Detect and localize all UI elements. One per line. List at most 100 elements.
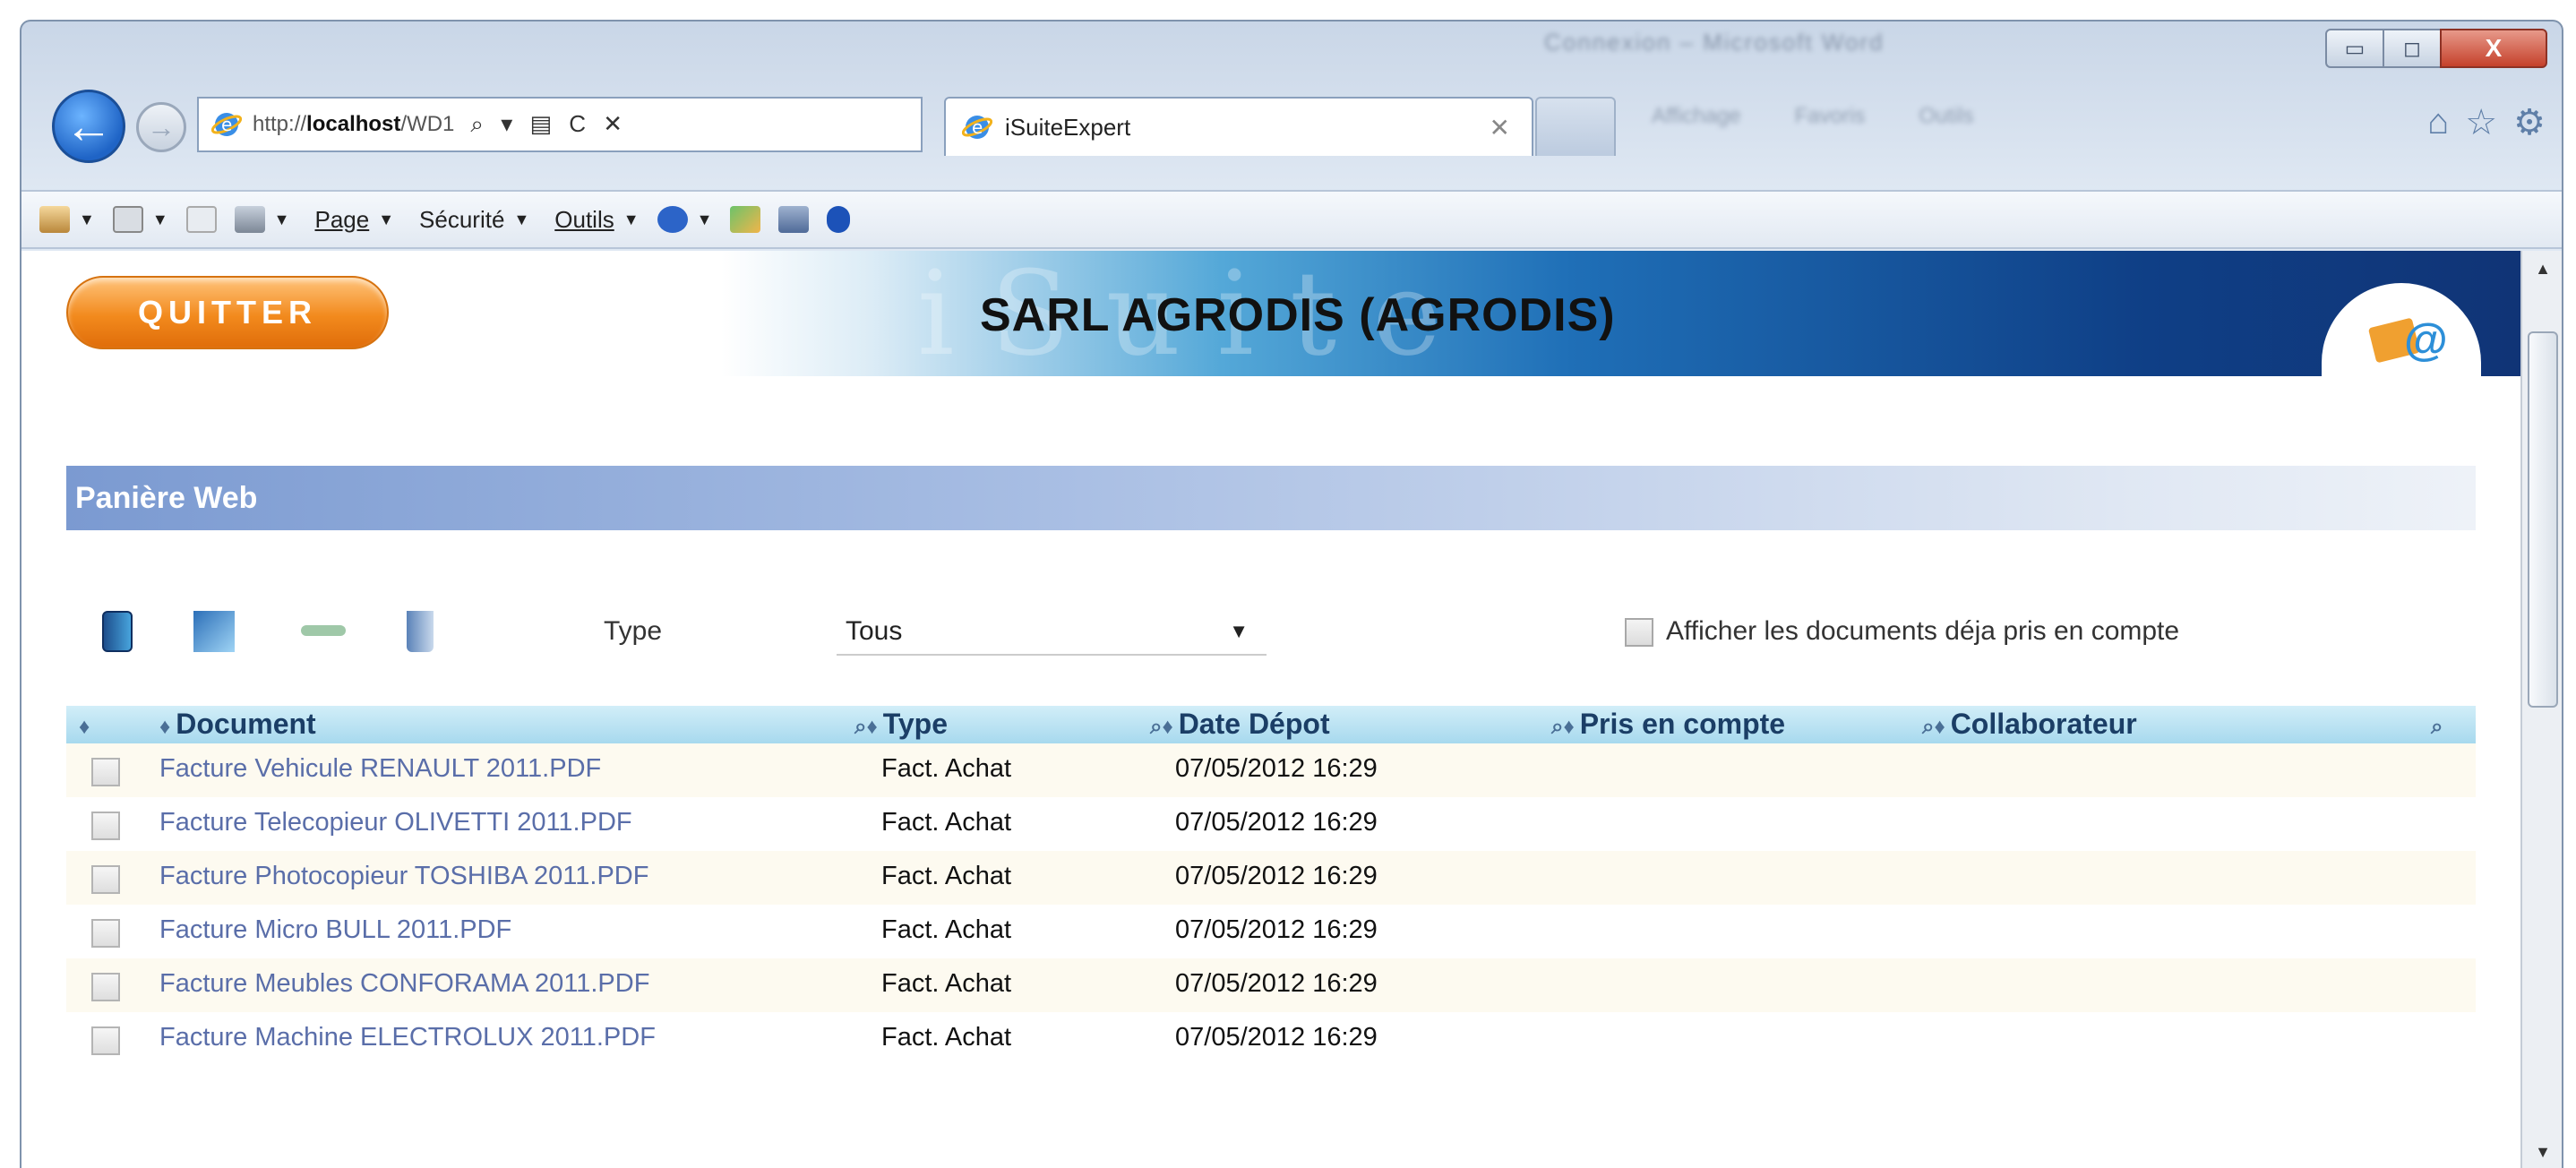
document-type: Fact. Achat	[881, 1023, 1012, 1052]
printer-icon	[234, 206, 265, 233]
address-tools[interactable]: ⌕ ▾ ▤ C ✕	[470, 110, 628, 139]
row-checkbox[interactable]	[91, 919, 120, 948]
scroll-up-icon[interactable]: ▲	[2522, 251, 2562, 287]
bluetooth-icon	[827, 206, 851, 233]
research-button[interactable]	[778, 206, 810, 233]
show-taken-label: Afficher les documents déja pris en comp…	[1666, 616, 2180, 646]
document-date: 07/05/2012 16:29	[1175, 808, 1378, 837]
show-taken-checkbox[interactable]	[1625, 618, 1653, 647]
messenger-icon	[730, 206, 761, 233]
back-button[interactable]: ←	[52, 90, 125, 163]
quit-button[interactable]: QUITTER	[66, 276, 389, 349]
home-icon[interactable]: ⌂	[2427, 102, 2449, 143]
column-options[interactable]: ⌕	[2431, 708, 2448, 741]
research-icon	[778, 206, 810, 233]
vertical-scrollbar[interactable]: ▲ ▼	[2520, 251, 2562, 1168]
scroll-down-icon[interactable]: ▼	[2522, 1134, 2562, 1168]
column-date[interactable]: ⌕♦ Date Dépot	[1150, 708, 1330, 741]
table-header: ♦ ♦ Document ⌕♦ Type ⌕♦ Date Dépot ⌕♦ Pris e…	[66, 706, 2476, 743]
sort-icon: ♦	[79, 715, 90, 739]
row-checkbox[interactable]	[91, 758, 120, 786]
column-collaborateur[interactable]: ⌕♦ Collaborateur	[1922, 708, 2137, 741]
page-menu[interactable]: Page ▼	[314, 206, 394, 234]
edit-document-icon[interactable]	[301, 625, 346, 636]
table-row[interactable]: Facture Meubles CONFORAMA 2011.PDF Fact. …	[66, 958, 2476, 1012]
page-content: iSuite QUITTER SARL AGRODIS (AGRODIS) @ …	[21, 245, 2520, 1168]
document-link[interactable]: Facture Machine ELECTROLUX 2011.PDF	[159, 1023, 656, 1052]
home-menu[interactable]: ▼	[39, 206, 95, 233]
blurred-menu: Affichage Favoris Outils	[1652, 104, 2413, 149]
search-icon: ⌕♦	[1922, 715, 1945, 739]
document-date: 07/05/2012 16:29	[1175, 862, 1378, 890]
document-link[interactable]: Facture Meubles CONFORAMA 2011.PDF	[159, 969, 649, 999]
help-menu[interactable]: ▼	[657, 206, 712, 233]
tab-isuiteexpert[interactable]: e iSuiteExpert ✕	[944, 97, 1533, 156]
document-link[interactable]: Facture Telecopieur OLIVETTI 2011.PDF	[159, 808, 632, 837]
window-title-blurred: Connexion – Microsoft Word	[1544, 29, 1885, 56]
column-type[interactable]: ⌕♦ Type	[854, 708, 948, 741]
messenger-button[interactable]	[730, 206, 761, 233]
feeds-menu[interactable]: ▼	[112, 206, 168, 233]
close-window-button[interactable]: X	[2440, 29, 2547, 68]
sort-icon: ♦	[159, 715, 171, 739]
window-controls: ▭ ◻ X	[2325, 29, 2547, 68]
help-icon	[657, 206, 688, 233]
url-path: /WD1	[400, 112, 455, 136]
documents-table: ♦ ♦ Document ⌕♦ Type ⌕♦ Date Dépot ⌕♦ Pris e…	[66, 706, 2476, 1066]
select-all-column[interactable]: ♦	[79, 708, 95, 741]
tab-close-icon[interactable]: ✕	[1490, 113, 1510, 142]
at-sign-icon: @	[2404, 314, 2448, 365]
minimize-button[interactable]: ▭	[2325, 29, 2384, 68]
row-checkbox[interactable]	[91, 865, 120, 894]
document-type: Fact. Achat	[881, 969, 1012, 998]
security-menu[interactable]: Sécurité ▼	[419, 206, 529, 234]
mail-badge[interactable]: @	[2322, 283, 2481, 408]
grid-toolbar: Type Tous ▼ Afficher les documents déja p…	[66, 604, 2476, 666]
print-menu[interactable]: ▼	[234, 206, 289, 233]
address-bar[interactable]: e http://localhost/WD1 ⌕ ▾ ▤ C ✕	[197, 97, 923, 152]
new-document-icon[interactable]	[102, 611, 133, 652]
table-row[interactable]: Facture Photocopieur TOSHIBA 2011.PDF Fac…	[66, 851, 2476, 905]
document-type: Fact. Achat	[881, 754, 1012, 783]
new-tab-button[interactable]	[1535, 97, 1616, 156]
panel-title: Panière Web	[75, 480, 258, 515]
tools-menu[interactable]: Outils ▼	[554, 206, 639, 234]
url-host: localhost	[306, 112, 401, 136]
blurred-menu-item: Favoris	[1794, 104, 1866, 128]
settings-gear-icon[interactable]: ⚙	[2513, 102, 2546, 143]
document-link[interactable]: Facture Vehicule RENAULT 2011.PDF	[159, 754, 601, 784]
document-type: Fact. Achat	[881, 862, 1012, 890]
command-bar: ▼ ▼ ▼ Page ▼ Sécurité ▼ Outils ▼ ▼	[21, 190, 2562, 249]
document-link[interactable]: Facture Photocopieur TOSHIBA 2011.PDF	[159, 862, 648, 891]
column-document[interactable]: ♦ Document	[159, 708, 316, 741]
type-filter-select[interactable]: Tous ▼	[837, 609, 1267, 656]
document-link[interactable]: Facture Micro BULL 2011.PDF	[159, 915, 511, 945]
table-row[interactable]: Facture Telecopieur OLIVETTI 2011.PDF Fac…	[66, 797, 2476, 851]
panel-header: Panière Web	[66, 466, 2476, 530]
blurred-menu-item: Outils	[1919, 104, 1974, 128]
maximize-button[interactable]: ◻	[2383, 29, 2442, 68]
copy-document-icon[interactable]	[193, 611, 235, 652]
column-pris[interactable]: ⌕♦ Pris en compte	[1551, 708, 1785, 741]
type-filter-value: Tous	[846, 616, 903, 646]
favorites-star-icon[interactable]: ☆	[2465, 102, 2497, 143]
table-row[interactable]: Facture Vehicule RENAULT 2011.PDF Fact. A…	[66, 743, 2476, 797]
mail-menu[interactable]	[185, 206, 217, 233]
row-checkbox[interactable]	[91, 1026, 120, 1055]
document-date: 07/05/2012 16:29	[1175, 969, 1378, 998]
company-title: SARL AGRODIS (AGRODIS)	[980, 289, 1616, 341]
url-prefix: http://	[253, 112, 307, 136]
table-row[interactable]: Facture Machine ELECTROLUX 2011.PDF Fact.…	[66, 1012, 2476, 1066]
table-row[interactable]: Facture Micro BULL 2011.PDF Fact. Achat 07…	[66, 905, 2476, 958]
ie-logo-icon: e	[211, 113, 242, 136]
home-icon	[39, 206, 70, 233]
row-checkbox[interactable]	[91, 812, 120, 840]
bluetooth-button[interactable]	[827, 206, 851, 233]
trash-icon[interactable]	[407, 611, 434, 652]
document-date: 07/05/2012 16:29	[1175, 915, 1378, 944]
navigation-bar: ← → e http://localhost/WD1 ⌕ ▾ ▤ C ✕ e i…	[21, 84, 2562, 174]
search-icon: ⌕♦	[1150, 715, 1173, 739]
row-checkbox[interactable]	[91, 973, 120, 1001]
forward-button[interactable]: →	[136, 102, 186, 152]
scroll-thumb[interactable]	[2528, 331, 2558, 708]
